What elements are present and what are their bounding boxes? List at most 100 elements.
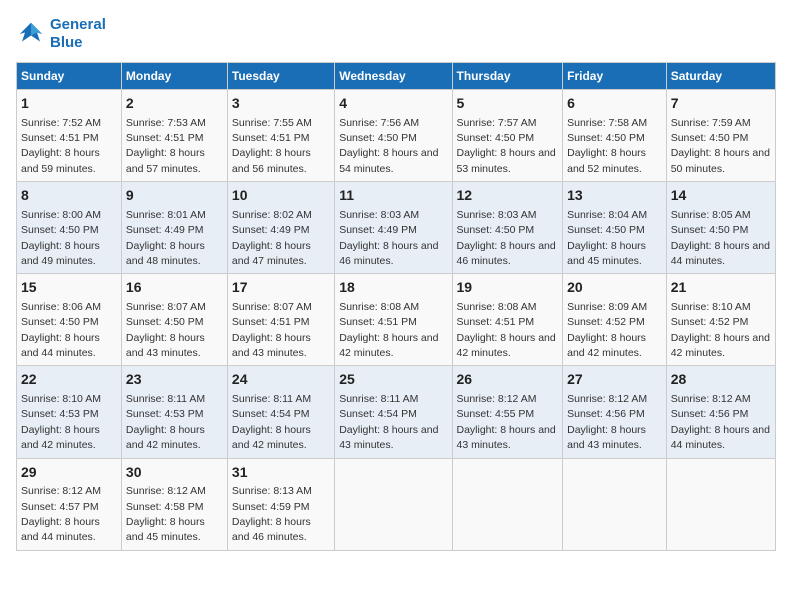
day-number: 29 <box>21 463 117 483</box>
day-number: 27 <box>567 370 662 390</box>
day-number: 24 <box>232 370 330 390</box>
sunset-text: Sunset: 4:49 PM <box>232 224 310 236</box>
calendar-cell: 3 Sunrise: 7:55 AM Sunset: 4:51 PM Dayli… <box>227 90 334 182</box>
daylight-text: Daylight: 8 hours and 46 minutes. <box>339 240 438 267</box>
sunrise-text: Sunrise: 7:59 AM <box>671 117 751 129</box>
calendar-table: SundayMondayTuesdayWednesdayThursdayFrid… <box>16 62 776 551</box>
calendar-cell <box>666 458 775 550</box>
col-header-sunday: Sunday <box>17 63 122 90</box>
sunset-text: Sunset: 4:54 PM <box>339 408 417 420</box>
daylight-text: Daylight: 8 hours and 52 minutes. <box>567 147 646 174</box>
day-number: 8 <box>21 186 117 206</box>
sunrise-text: Sunrise: 8:06 AM <box>21 301 101 313</box>
day-number: 25 <box>339 370 447 390</box>
daylight-text: Daylight: 8 hours and 59 minutes. <box>21 147 100 174</box>
sunset-text: Sunset: 4:49 PM <box>339 224 417 236</box>
col-header-thursday: Thursday <box>452 63 563 90</box>
sunrise-text: Sunrise: 8:11 AM <box>126 393 205 405</box>
calendar-cell: 8 Sunrise: 8:00 AM Sunset: 4:50 PM Dayli… <box>17 182 122 274</box>
sunset-text: Sunset: 4:51 PM <box>339 316 417 328</box>
sunrise-text: Sunrise: 8:02 AM <box>232 209 312 221</box>
week-row-1: 1 Sunrise: 7:52 AM Sunset: 4:51 PM Dayli… <box>17 90 776 182</box>
day-number: 23 <box>126 370 223 390</box>
sunrise-text: Sunrise: 8:08 AM <box>339 301 419 313</box>
day-number: 4 <box>339 94 447 114</box>
sunrise-text: Sunrise: 8:10 AM <box>21 393 101 405</box>
daylight-text: Daylight: 8 hours and 44 minutes. <box>671 424 770 451</box>
daylight-text: Daylight: 8 hours and 44 minutes. <box>671 240 770 267</box>
calendar-cell: 4 Sunrise: 7:56 AM Sunset: 4:50 PM Dayli… <box>335 90 452 182</box>
daylight-text: Daylight: 8 hours and 56 minutes. <box>232 147 311 174</box>
day-number: 21 <box>671 278 771 298</box>
calendar-cell: 2 Sunrise: 7:53 AM Sunset: 4:51 PM Dayli… <box>121 90 227 182</box>
sunset-text: Sunset: 4:56 PM <box>671 408 749 420</box>
sunset-text: Sunset: 4:51 PM <box>457 316 535 328</box>
sunset-text: Sunset: 4:58 PM <box>126 501 204 513</box>
calendar-cell: 23 Sunrise: 8:11 AM Sunset: 4:53 PM Dayl… <box>121 366 227 458</box>
day-number: 5 <box>457 94 559 114</box>
calendar-cell: 25 Sunrise: 8:11 AM Sunset: 4:54 PM Dayl… <box>335 366 452 458</box>
day-number: 18 <box>339 278 447 298</box>
day-number: 14 <box>671 186 771 206</box>
sunrise-text: Sunrise: 7:56 AM <box>339 117 419 129</box>
week-row-5: 29 Sunrise: 8:12 AM Sunset: 4:57 PM Dayl… <box>17 458 776 550</box>
calendar-cell: 17 Sunrise: 8:07 AM Sunset: 4:51 PM Dayl… <box>227 274 334 366</box>
calendar-cell: 19 Sunrise: 8:08 AM Sunset: 4:51 PM Dayl… <box>452 274 563 366</box>
sunrise-text: Sunrise: 8:05 AM <box>671 209 751 221</box>
day-number: 31 <box>232 463 330 483</box>
calendar-cell <box>452 458 563 550</box>
calendar-cell: 29 Sunrise: 8:12 AM Sunset: 4:57 PM Dayl… <box>17 458 122 550</box>
sunset-text: Sunset: 4:54 PM <box>232 408 310 420</box>
calendar-cell: 7 Sunrise: 7:59 AM Sunset: 4:50 PM Dayli… <box>666 90 775 182</box>
daylight-text: Daylight: 8 hours and 50 minutes. <box>671 147 770 174</box>
sunrise-text: Sunrise: 8:12 AM <box>671 393 751 405</box>
daylight-text: Daylight: 8 hours and 43 minutes. <box>126 332 205 359</box>
logo: General Blue <box>16 16 106 52</box>
col-header-wednesday: Wednesday <box>335 63 452 90</box>
sunrise-text: Sunrise: 8:11 AM <box>339 393 418 405</box>
page-header: General Blue <box>16 16 776 52</box>
daylight-text: Daylight: 8 hours and 48 minutes. <box>126 240 205 267</box>
calendar-cell: 13 Sunrise: 8:04 AM Sunset: 4:50 PM Dayl… <box>563 182 667 274</box>
daylight-text: Daylight: 8 hours and 57 minutes. <box>126 147 205 174</box>
sunset-text: Sunset: 4:51 PM <box>232 316 310 328</box>
day-number: 6 <box>567 94 662 114</box>
sunset-text: Sunset: 4:55 PM <box>457 408 535 420</box>
sunrise-text: Sunrise: 8:10 AM <box>671 301 751 313</box>
col-header-tuesday: Tuesday <box>227 63 334 90</box>
day-number: 30 <box>126 463 223 483</box>
daylight-text: Daylight: 8 hours and 43 minutes. <box>457 424 556 451</box>
daylight-text: Daylight: 8 hours and 43 minutes. <box>339 424 438 451</box>
sunrise-text: Sunrise: 8:03 AM <box>339 209 419 221</box>
day-number: 19 <box>457 278 559 298</box>
sunrise-text: Sunrise: 8:12 AM <box>21 485 101 497</box>
sunrise-text: Sunrise: 7:57 AM <box>457 117 537 129</box>
daylight-text: Daylight: 8 hours and 45 minutes. <box>567 240 646 267</box>
day-number: 28 <box>671 370 771 390</box>
calendar-cell: 24 Sunrise: 8:11 AM Sunset: 4:54 PM Dayl… <box>227 366 334 458</box>
sunrise-text: Sunrise: 8:12 AM <box>567 393 647 405</box>
daylight-text: Daylight: 8 hours and 42 minutes. <box>21 424 100 451</box>
sunset-text: Sunset: 4:52 PM <box>671 316 749 328</box>
sunset-text: Sunset: 4:50 PM <box>457 224 535 236</box>
col-header-friday: Friday <box>563 63 667 90</box>
calendar-cell: 18 Sunrise: 8:08 AM Sunset: 4:51 PM Dayl… <box>335 274 452 366</box>
daylight-text: Daylight: 8 hours and 42 minutes. <box>457 332 556 359</box>
sunrise-text: Sunrise: 8:13 AM <box>232 485 312 497</box>
day-number: 7 <box>671 94 771 114</box>
daylight-text: Daylight: 8 hours and 42 minutes. <box>126 424 205 451</box>
daylight-text: Daylight: 8 hours and 42 minutes. <box>671 332 770 359</box>
sunrise-text: Sunrise: 8:12 AM <box>457 393 537 405</box>
calendar-cell <box>563 458 667 550</box>
calendar-cell: 21 Sunrise: 8:10 AM Sunset: 4:52 PM Dayl… <box>666 274 775 366</box>
sunrise-text: Sunrise: 8:12 AM <box>126 485 206 497</box>
sunset-text: Sunset: 4:50 PM <box>457 132 535 144</box>
calendar-header-row: SundayMondayTuesdayWednesdayThursdayFrid… <box>17 63 776 90</box>
day-number: 20 <box>567 278 662 298</box>
day-number: 22 <box>21 370 117 390</box>
calendar-cell: 28 Sunrise: 8:12 AM Sunset: 4:56 PM Dayl… <box>666 366 775 458</box>
sunset-text: Sunset: 4:50 PM <box>21 224 99 236</box>
sunset-text: Sunset: 4:50 PM <box>21 316 99 328</box>
day-number: 1 <box>21 94 117 114</box>
daylight-text: Daylight: 8 hours and 46 minutes. <box>457 240 556 267</box>
